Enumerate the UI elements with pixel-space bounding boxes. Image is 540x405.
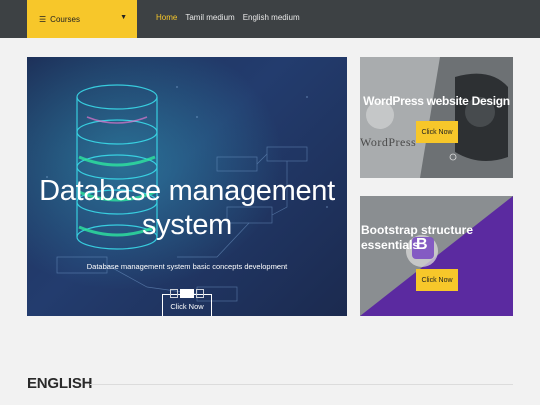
nav-tamil-medium[interactable]: Tamil medium bbox=[185, 13, 234, 22]
wordpress-course-card[interactable]: WordPress WordPress website Design Click… bbox=[360, 57, 513, 178]
slider-dot-1[interactable] bbox=[170, 289, 178, 298]
main-nav: Home Tamil medium English medium bbox=[156, 13, 300, 22]
wordpress-card-art bbox=[360, 57, 513, 178]
slider-dot-3[interactable] bbox=[196, 289, 204, 298]
wordpress-card-title: WordPress website Design bbox=[363, 94, 510, 108]
top-bar: ☰ Courses ▼ Home Tamil medium English me… bbox=[0, 0, 540, 38]
nav-home[interactable]: Home bbox=[156, 13, 177, 22]
hero-subtitle: Database management system basic concept… bbox=[86, 262, 288, 271]
wordpress-logo: WordPress bbox=[360, 135, 417, 149]
bootstrap-click-now-button[interactable]: Click Now bbox=[416, 269, 458, 291]
bootstrap-course-card[interactable]: B Bootstrap structure essentials Click N… bbox=[360, 196, 513, 316]
bootstrap-card-title: Bootstrap structure essentials bbox=[361, 223, 474, 252]
nav-english-medium[interactable]: English medium bbox=[243, 13, 300, 22]
chevron-down-icon: ▼ bbox=[120, 14, 127, 21]
courses-menu-button[interactable]: ☰ Courses ▼ bbox=[27, 0, 137, 38]
hero-title: Database management system bbox=[27, 174, 347, 242]
slider-dot-2[interactable] bbox=[180, 289, 194, 298]
section-title-english: ENGLISH bbox=[27, 375, 93, 392]
slider-dots bbox=[170, 289, 204, 298]
hero-slider: Database management system Database mana… bbox=[27, 57, 347, 316]
hamburger-icon: ☰ bbox=[39, 14, 47, 24]
wordpress-click-now-button[interactable]: Click Now bbox=[416, 121, 458, 143]
hero-title-line1: Database management bbox=[39, 175, 335, 207]
section-divider bbox=[90, 384, 513, 385]
courses-label: Courses bbox=[50, 14, 80, 24]
hero-title-line2: system bbox=[141, 209, 233, 241]
bootstrap-card-art bbox=[360, 196, 513, 316]
